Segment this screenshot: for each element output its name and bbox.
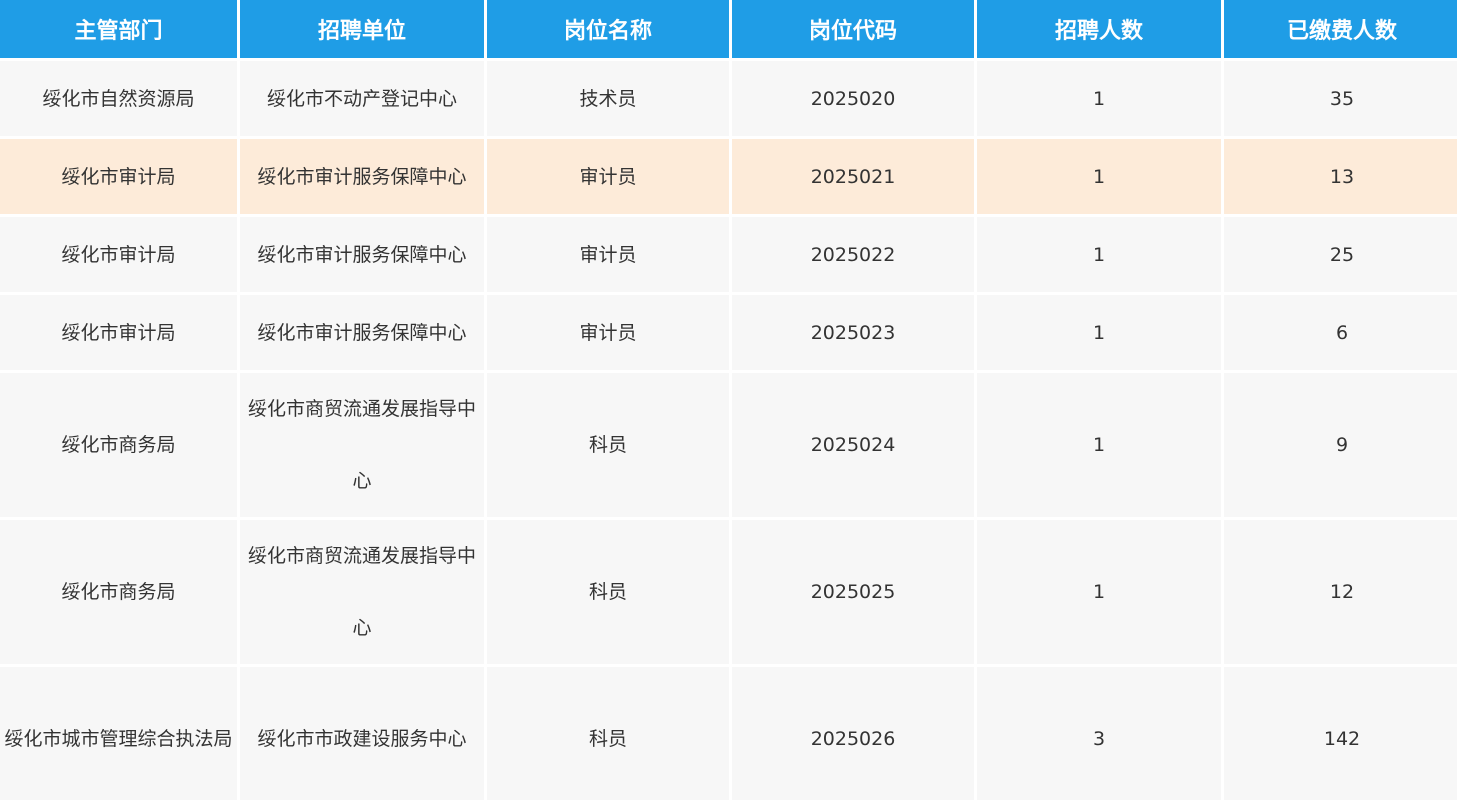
cell-unit: 绥化市审计服务保障中心 — [240, 295, 484, 370]
cell-paid: 13 — [1224, 139, 1457, 214]
cell-position: 审计员 — [487, 217, 729, 292]
cell-position: 审计员 — [487, 139, 729, 214]
cell-position: 科员 — [487, 667, 729, 800]
cell-position: 科员 — [487, 520, 729, 664]
cell-code: 2025023 — [732, 295, 974, 370]
cell-dept: 绥化市审计局 — [0, 217, 237, 292]
cell-unit: 绥化市不动产登记中心 — [240, 61, 484, 136]
cell-dept: 绥化市审计局 — [0, 139, 237, 214]
cell-openings: 1 — [977, 520, 1221, 664]
cell-openings: 1 — [977, 61, 1221, 136]
cell-position: 科员 — [487, 373, 729, 517]
recruitment-table-view: 主管部门 招聘单位 岗位名称 岗位代码 招聘人数 已缴费人数 绥化市自然资源局 … — [0, 0, 1457, 800]
column-header-paid[interactable]: 已缴费人数 — [1224, 0, 1457, 58]
cell-dept: 绥化市商务局 — [0, 373, 237, 517]
cell-dept: 绥化市城市管理综合执法局 — [0, 667, 237, 800]
table-row-highlighted[interactable]: 绥化市审计局 绥化市审计服务保障中心 审计员 2025021 1 13 — [0, 139, 1457, 214]
column-header-code[interactable]: 岗位代码 — [732, 0, 974, 58]
cell-dept: 绥化市自然资源局 — [0, 61, 237, 136]
cell-dept: 绥化市审计局 — [0, 295, 237, 370]
cell-dept-text: 绥化市城市管理综合执法局 — [4, 727, 233, 750]
cell-openings: 3 — [977, 667, 1221, 800]
table-row[interactable]: 绥化市审计局 绥化市审计服务保障中心 审计员 2025022 1 25 — [0, 217, 1457, 292]
cell-code: 2025021 — [732, 139, 974, 214]
column-header-position[interactable]: 岗位名称 — [487, 0, 729, 58]
cell-unit: 绥化市商贸流通发展指导中心 — [240, 373, 484, 517]
table-header-row: 主管部门 招聘单位 岗位名称 岗位代码 招聘人数 已缴费人数 — [0, 0, 1457, 58]
recruitment-table: 主管部门 招聘单位 岗位名称 岗位代码 招聘人数 已缴费人数 绥化市自然资源局 … — [0, 0, 1457, 800]
cell-unit: 绥化市审计服务保障中心 — [240, 217, 484, 292]
cell-position: 技术员 — [487, 61, 729, 136]
cell-paid: 35 — [1224, 61, 1457, 136]
cell-position: 审计员 — [487, 295, 729, 370]
cell-unit: 绥化市审计服务保障中心 — [240, 139, 484, 214]
cell-unit-text: 绥化市商贸流通发展指导中心 — [247, 398, 476, 492]
cell-openings: 1 — [977, 217, 1221, 292]
cell-paid: 25 — [1224, 217, 1457, 292]
cell-unit-text: 绥化市商贸流通发展指导中心 — [247, 545, 476, 639]
cell-unit: 绥化市市政建设服务中心 — [240, 667, 484, 800]
cell-code: 2025025 — [732, 520, 974, 664]
cell-code: 2025020 — [732, 61, 974, 136]
cell-paid: 6 — [1224, 295, 1457, 370]
table-row[interactable]: 绥化市商务局 绥化市商贸流通发展指导中心 科员 2025024 1 9 — [0, 373, 1457, 517]
table-row[interactable]: 绥化市审计局 绥化市审计服务保障中心 审计员 2025023 1 6 — [0, 295, 1457, 370]
cell-openings: 1 — [977, 139, 1221, 214]
cell-openings: 1 — [977, 373, 1221, 517]
cell-unit: 绥化市商贸流通发展指导中心 — [240, 520, 484, 664]
cell-paid: 12 — [1224, 520, 1457, 664]
cell-code: 2025024 — [732, 373, 974, 517]
cell-paid: 9 — [1224, 373, 1457, 517]
table-row[interactable]: 绥化市自然资源局 绥化市不动产登记中心 技术员 2025020 1 35 — [0, 61, 1457, 136]
column-header-openings[interactable]: 招聘人数 — [977, 0, 1221, 58]
table-row[interactable]: 绥化市城市管理综合执法局 绥化市市政建设服务中心 科员 2025026 3 14… — [0, 667, 1457, 800]
cell-dept: 绥化市商务局 — [0, 520, 237, 664]
table-row[interactable]: 绥化市商务局 绥化市商贸流通发展指导中心 科员 2025025 1 12 — [0, 520, 1457, 664]
cell-openings: 1 — [977, 295, 1221, 370]
cell-code: 2025022 — [732, 217, 974, 292]
column-header-dept[interactable]: 主管部门 — [0, 0, 237, 58]
cell-code: 2025026 — [732, 667, 974, 800]
column-header-unit[interactable]: 招聘单位 — [240, 0, 484, 58]
cell-paid: 142 — [1224, 667, 1457, 800]
